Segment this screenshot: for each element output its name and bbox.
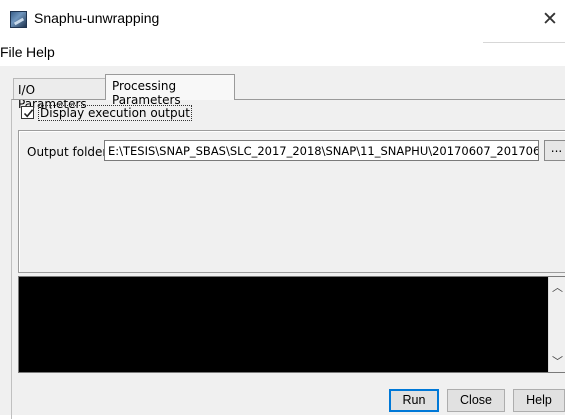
console-scrollbar[interactable]: ︿ ﹀ bbox=[548, 277, 565, 372]
menu-bar: File Help bbox=[0, 38, 565, 66]
window-title: Snaphu-unwrapping bbox=[34, 10, 160, 26]
console-text-area[interactable] bbox=[20, 278, 548, 371]
tab-io-parameters[interactable]: I/O Parameters bbox=[13, 78, 106, 111]
display-output-label: Display execution output bbox=[38, 105, 192, 121]
run-button[interactable]: Run bbox=[389, 389, 439, 412]
snap-app-icon bbox=[10, 11, 27, 28]
scroll-down-icon[interactable]: ﹀ bbox=[549, 353, 565, 370]
close-window-icon[interactable]: ✕ bbox=[535, 5, 565, 33]
execution-output-console: ︿ ﹀ bbox=[18, 276, 565, 373]
display-output-checkbox[interactable] bbox=[21, 106, 34, 119]
dialog-body: I/O Parameters Processing Parameters Dis… bbox=[0, 66, 565, 419]
parameters-panel: Output folder: E:\TESIS\SNAP_SBAS\SLC_20… bbox=[18, 130, 565, 273]
output-folder-input[interactable]: E:\TESIS\SNAP_SBAS\SLC_2017_2018\SNAP\11… bbox=[104, 140, 539, 161]
scroll-up-icon[interactable]: ︿ bbox=[549, 279, 565, 296]
browse-button[interactable]: ... bbox=[544, 140, 565, 161]
output-folder-label: Output folder: bbox=[27, 145, 112, 159]
checkmark-icon bbox=[23, 109, 34, 118]
tab-processing-parameters[interactable]: Processing Parameters bbox=[105, 74, 235, 107]
menu-help[interactable]: Help bbox=[26, 44, 55, 60]
help-button[interactable]: Help bbox=[513, 389, 565, 412]
menu-divider bbox=[483, 42, 565, 43]
menu-file[interactable]: File bbox=[0, 44, 23, 60]
title-bar: Snaphu-unwrapping ✕ bbox=[0, 0, 565, 38]
close-button[interactable]: Close bbox=[447, 389, 505, 412]
